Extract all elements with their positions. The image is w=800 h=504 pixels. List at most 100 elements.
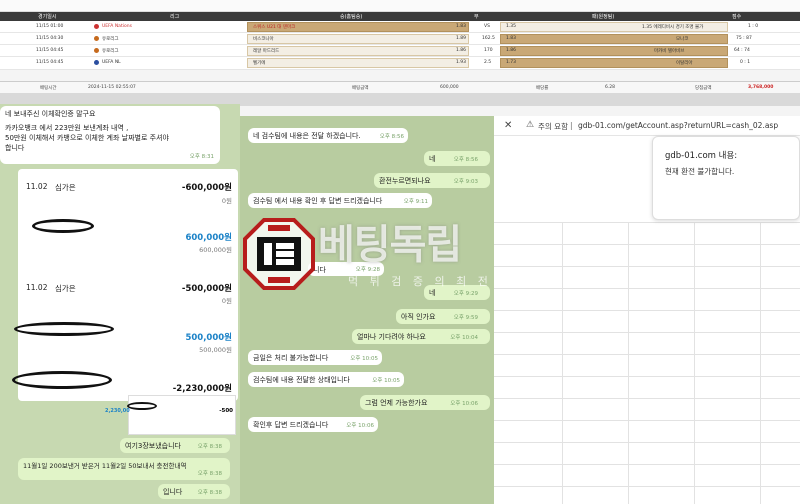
col-away-win: 패(원정팀) [592, 14, 615, 20]
redaction-scribble [14, 322, 114, 336]
message-time: 오후 9:03 [453, 179, 478, 185]
grid-line [494, 398, 800, 399]
message-time: 오후 9:11 [403, 199, 428, 205]
grid-line [494, 244, 800, 245]
message-text: 네 보내주신 이체확인증 말구요 [5, 110, 96, 118]
row-draw: 2.5 [484, 60, 492, 65]
chat-message-sent: 환전누르면되나요 오후 9:03 [374, 173, 490, 188]
grid-line [494, 376, 800, 377]
watermark-logo [242, 217, 316, 291]
message-time: 오후 10:06 [346, 423, 374, 429]
message-text: 환전누르면되나요 [379, 177, 431, 185]
total-odds: 6.28 [605, 85, 616, 90]
message-text: 검수팀에 내용 전달한 상태입니다 [253, 376, 350, 384]
redaction-scribble [12, 371, 112, 389]
bank-statement-image: 11.02 심가은 -600,000원 0원 600,000원 600,000원… [12, 169, 238, 401]
row-league: UEFA NL [102, 60, 121, 65]
chat-message-received: 네 보내주신 이체확인증 말구요 카카오뱅크 에서 223만원 보낸계좌 내역 … [0, 106, 220, 164]
bet-time-label: 배팅시간 [40, 86, 57, 91]
message-text: 금일은 처리 불가능합니다 [253, 354, 329, 362]
close-icon[interactable]: ✕ [504, 120, 512, 131]
row-home-team: 비스코니아 [253, 37, 274, 42]
home-odds-cell[interactable] [247, 46, 469, 56]
row-away-team: 모나코 [676, 37, 689, 42]
chat-message-sent: 그럼 언제 가능한가요 오후 10:06 [360, 395, 490, 410]
col-match-date: 경기일시 [38, 14, 57, 20]
away-odds-cell[interactable] [500, 34, 728, 44]
grid-line [694, 222, 695, 504]
row-home-odds: 1.86 [456, 48, 467, 53]
row-score: 0 : 1 [740, 60, 751, 65]
message-text: 여기3장보냈습니다 [125, 442, 181, 450]
chat-message-sent: 여기3장보냈습니다 오후 8:38 [120, 438, 230, 453]
alert-dialog: gdb-01.com 내용: 현재 환전 불가합니다. [652, 136, 800, 220]
message-text: 카카오뱅크 에서 223만원 보낸계좌 내역 , [5, 124, 129, 132]
url-text[interactable]: gdb-01.com/getAccount.asp?returnURL=cash… [578, 121, 778, 130]
address-bar[interactable]: ✕ ⚠ 주의 요함 | gdb-01.com/getAccount.asp?re… [494, 116, 800, 136]
bet-row: 11/15 04:30 유로리그 비스코니아 1.89 162.5 1.83 모… [0, 33, 800, 45]
tx-amount: 500,000원 [185, 333, 232, 343]
message-time: 오후 9:29 [453, 291, 478, 297]
bet-summary-row: 배팅시간 2024-11-15 02:55:07 배팅금액 600,000 배당… [0, 81, 800, 93]
tx-date: 11.02 [26, 283, 48, 292]
security-status[interactable]: 주의 요함 [538, 121, 568, 132]
row-draw: VS [484, 24, 490, 29]
league-icon [94, 24, 99, 29]
message-time: 오후 10:06 [450, 401, 478, 407]
chat-message-sent: 입니다 오후 8:38 [158, 484, 230, 499]
away-odds-cell[interactable] [500, 58, 728, 68]
redaction-scribble [127, 402, 157, 410]
message-text: 그럼 언제 가능한가요 [365, 399, 428, 407]
col-draw: 무 [474, 14, 479, 20]
message-time: 오후 8:38 [197, 471, 222, 477]
row-home-odds: 1.93 [456, 60, 467, 65]
grid-line [760, 222, 761, 504]
message-time: 오후 8:31 [189, 154, 214, 160]
grid-line [562, 222, 563, 504]
message-time: 오후 10:05 [350, 356, 378, 362]
warning-icon: ⚠ [526, 120, 535, 130]
tx-balance: 600,000원 [199, 246, 232, 254]
message-time: 오후 8:38 [197, 490, 222, 496]
tx-balance: 0원 [221, 197, 232, 205]
row-league: 유로리그 [102, 37, 119, 42]
home-odds-cell[interactable] [247, 58, 469, 68]
league-icon [94, 36, 99, 41]
message-text: 합니다 [5, 144, 25, 152]
grid-line [628, 222, 629, 504]
chat-message-sent: 아직 인가요 오후 9:59 [396, 309, 490, 324]
tx-name: 심가은 [55, 284, 76, 293]
tx-date: 11.02 [26, 182, 48, 191]
tx-name: 심가은 [55, 183, 76, 192]
bet-amount-label: 배팅금액 [352, 86, 369, 91]
row-home-odds: 1.89 [456, 36, 467, 41]
tx-amount: -500 [219, 408, 233, 414]
col-league: 리그 [170, 14, 180, 20]
watermark-title: 베팅독립 [318, 222, 462, 268]
away-odds-cell[interactable] [500, 46, 728, 56]
bet-row: 11/15 04:45 유로리그 레알 마드리드 1.86 170 1.86 마… [0, 45, 800, 57]
row-league: UEFA Nations [102, 24, 132, 29]
row-league: 유로리그 [102, 49, 119, 54]
row-date: 11/15 01:00 [36, 24, 64, 29]
home-odds-cell[interactable] [247, 34, 469, 44]
message-time: 오후 8:56 [453, 157, 478, 163]
message-text: 아직 인가요 [401, 313, 436, 321]
row-away-team: 이탈리아 [676, 61, 693, 66]
chat-message-sent: 얼마나 기다려야 하나요 오후 10:04 [352, 329, 490, 344]
row-home-team: 벨기에 [253, 61, 266, 66]
row-score: 75 : 87 [736, 36, 752, 41]
grid-line [494, 442, 800, 443]
row-home-team: 스위스 U21 대 덴마크 [253, 25, 296, 30]
tx-amount: 600,000원 [185, 233, 232, 243]
row-date: 11/15 04:45 [36, 60, 64, 65]
message-text: 확인후 답변 드리겠습니다 [253, 421, 329, 429]
bet-amount: 600,000 [440, 85, 459, 90]
row-away-odds: 1.86 [506, 48, 517, 53]
row-date: 11/15 04:30 [36, 36, 64, 41]
win-amount: 3,768,000 [748, 85, 774, 90]
row-home-team: 레알 마드리드 [253, 49, 280, 54]
bet-row: 11/15 01:00 UEFA Nations 스위스 U21 대 덴마크 1… [0, 21, 800, 33]
grid-line [494, 222, 800, 223]
dialog-message: 현재 환전 불가합니다. [665, 167, 735, 176]
